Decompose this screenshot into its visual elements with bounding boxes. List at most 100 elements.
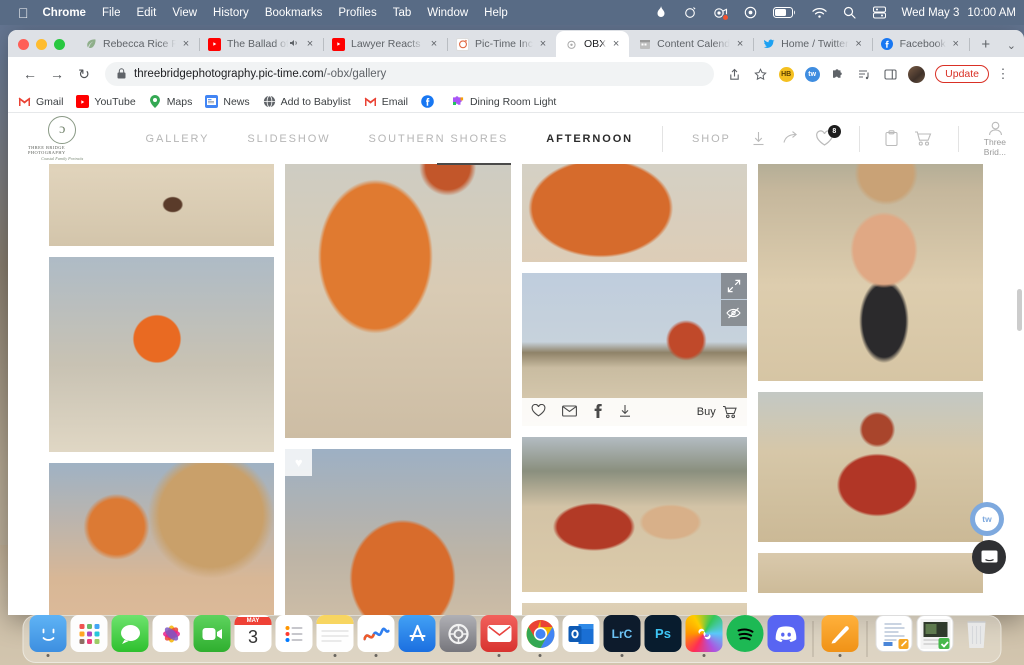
menu-item-bookmarks[interactable]: Bookmarks [265,7,323,19]
dock-item-spotify[interactable] [726,615,764,657]
search-icon[interactable] [842,5,857,20]
menu-bar-clock[interactable]: Wed May 3 10:00 AM [901,7,1016,19]
gallery-photo[interactable] [521,437,747,592]
bookmark-facebook[interactable] [421,95,439,108]
nav-link-shop[interactable]: SHOP [673,133,750,145]
gallery-photo[interactable] [757,164,983,381]
tab-close-button[interactable]: × [852,38,866,50]
favorited-heart-icon[interactable]: ♥ [285,449,313,476]
nav-link-southern-shores[interactable]: SOUTHERN SHORES [349,133,527,145]
circle-arrow-icon[interactable] [683,5,698,20]
gallery-photo-favorited[interactable]: ♥ [285,449,511,615]
dock-item-chrome[interactable] [521,615,559,657]
bookmark-email[interactable]: Email [364,95,408,108]
tab-rebecca-rice[interactable]: Rebecca Rice Ph × [75,31,200,57]
update-button[interactable]: Update [935,65,989,83]
dock-item-notes[interactable] [316,615,354,657]
tab-close-button[interactable]: × [733,38,747,50]
chrome-menu-button[interactable]: ⋮ [991,62,1015,86]
dock-item-messages[interactable] [111,615,149,657]
gallery-photo[interactable] [757,553,983,593]
new-tab-button[interactable]: + [973,31,999,57]
control-center-icon[interactable] [872,5,887,20]
dock-item-mail[interactable] [480,615,518,657]
share-icon[interactable] [782,130,800,147]
bookmark-star-icon[interactable] [748,62,772,86]
menu-item-chrome[interactable]: Chrome [43,7,86,19]
cart-icon[interactable] [914,130,933,147]
reading-list-icon[interactable] [852,62,876,86]
tab-pic-time-inc[interactable]: Pic-Time Inc × [447,31,557,57]
play-circle-icon[interactable] [743,5,758,20]
dock-item-photos[interactable] [152,615,190,657]
email-icon[interactable] [561,404,577,420]
dock-item-lightroom-classic[interactable]: LrC [603,615,641,657]
dock-item-outlook[interactable] [562,615,600,657]
gallery-photo[interactable] [49,164,275,246]
download-icon[interactable] [750,130,767,147]
tab-audio-icon[interactable] [288,38,300,51]
site-logo[interactable]: ɔ THREE BRIDGE PHOTOGRAPHY Coastal Famil… [28,116,97,161]
screen-record-icon[interactable] [713,5,730,21]
gallery-photo[interactable] [521,603,747,615]
menu-item-view[interactable]: View [172,7,197,19]
bookmark-youtube[interactable]: YouTube [76,95,136,108]
favorites-heart-icon[interactable]: 8 [815,125,841,147]
gallery-photo-hovered[interactable]: Buy [521,273,747,426]
back-button[interactable]: ← [17,61,43,87]
tab-close-button[interactable]: × [949,38,963,50]
menu-item-window[interactable]: Window [427,7,468,19]
dock-item-app-store[interactable] [398,615,436,657]
dock-item-trash[interactable] [958,615,995,657]
nav-link-afternoon[interactable]: AFTERNOON [527,133,652,145]
dock-item-freeform[interactable] [357,615,395,657]
account-menu[interactable]: Three Brid... [984,121,1007,157]
gallery-photo[interactable] [49,463,275,615]
dock-item-finder[interactable] [29,615,67,657]
gallery-photo[interactable] [521,164,747,262]
dock-item-launchpad[interactable] [70,615,108,657]
tab-search-chevron-icon[interactable]: ⌄ [1007,39,1016,52]
tawk-chat-button[interactable]: tw [970,502,1004,536]
tab-obx[interactable]: OBX × [555,31,630,57]
tab-close-button[interactable]: × [179,38,193,50]
extension-hb-icon[interactable]: HB [774,62,798,86]
dock-item-facetime[interactable] [193,615,231,657]
menu-item-profiles[interactable]: Profiles [338,7,376,19]
minimize-window-button[interactable] [36,39,47,50]
bookmark-add-to-babylist[interactable]: Add to Babylist [263,95,351,108]
download-icon[interactable] [618,404,632,421]
menu-item-history[interactable]: History [213,7,249,19]
tab-content-calendar[interactable]: Content Calenda × [629,31,755,57]
site-lock-icon[interactable] [117,67,126,81]
address-bar[interactable]: threebridgephotography.pic-time.com/-obx… [105,62,715,86]
bookmark-news[interactable]: News [205,95,250,108]
dock-item-photoshop[interactable]: Ps [644,615,682,657]
page-scrollbar-thumb[interactable] [1017,289,1022,331]
dock-item-notes-yellow[interactable] [821,615,859,657]
apple-menu-icon[interactable]:  [18,6,29,20]
menu-item-edit[interactable]: Edit [136,7,156,19]
tab-close-button[interactable]: × [609,38,623,50]
bookmark-maps[interactable]: Maps [149,95,192,108]
gallery-photo[interactable] [49,257,275,452]
tab-facebook[interactable]: Facebook × [872,31,970,57]
extension-tw-icon[interactable]: tw [800,62,824,86]
hide-eye-icon[interactable] [720,300,747,326]
side-panel-icon[interactable] [878,62,902,86]
nav-link-gallery[interactable]: GALLERY [127,133,229,145]
menu-item-file[interactable]: File [102,7,121,19]
tab-the-ballad-of[interactable]: The Ballad of × [199,31,324,57]
maximize-window-button[interactable] [54,39,65,50]
bookmark-dining-room-light[interactable]: Dining Room Light [452,95,556,108]
facebook-share-icon[interactable] [593,403,602,421]
intercom-messenger-button[interactable] [972,540,1006,574]
tab-home-twitter[interactable]: Home / Twitter × [753,31,873,57]
profile-avatar-icon[interactable] [904,62,928,86]
clipboard-icon[interactable] [884,130,899,147]
wifi-icon[interactable] [812,5,828,20]
dock-item-document-stack[interactable] [875,615,913,657]
flame-icon[interactable] [653,5,668,20]
tab-close-button[interactable]: × [427,38,441,50]
buy-button[interactable]: Buy [697,405,738,419]
